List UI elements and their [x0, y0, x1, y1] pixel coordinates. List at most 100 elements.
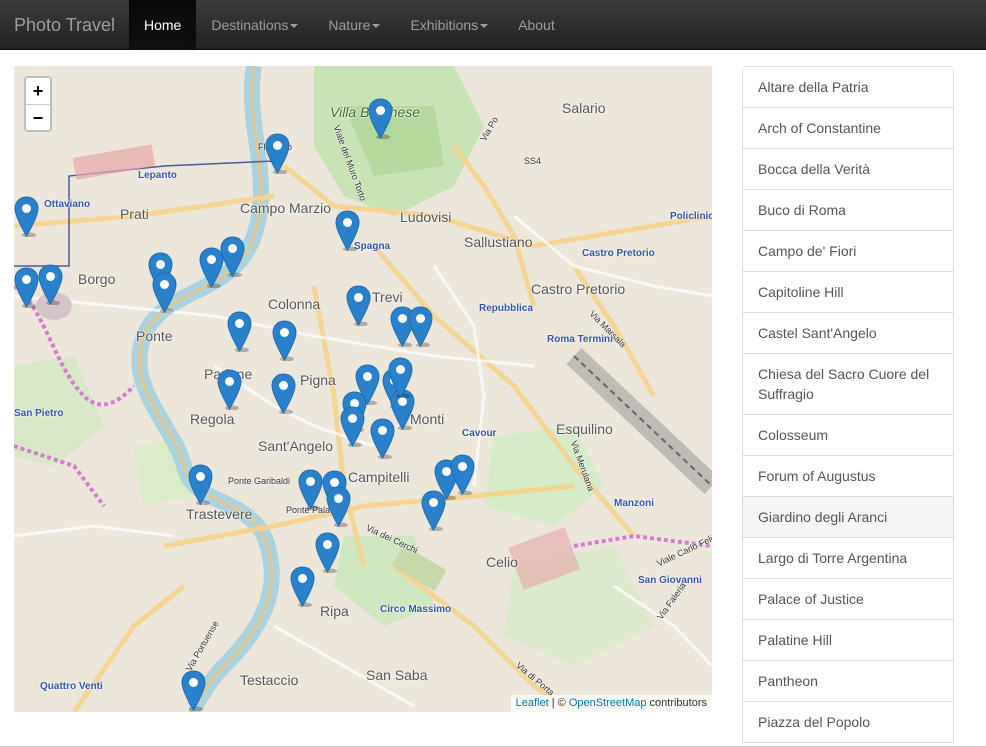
- place-list-item[interactable]: Forum of Augustus: [743, 456, 953, 497]
- map-label-prati: Prati: [120, 206, 149, 222]
- map-label-celio: Celio: [486, 554, 518, 570]
- map-label-ss4: SS4: [524, 156, 542, 166]
- place-list-item[interactable]: Largo di Torre Argentina: [743, 538, 953, 579]
- map-label-salario: Salario: [562, 100, 606, 116]
- nav-nature-label: Nature: [328, 17, 371, 33]
- map-pin-icon[interactable]: [421, 490, 446, 532]
- attribution-suffix: contributors: [646, 697, 707, 709]
- caret-down-icon: [372, 24, 381, 29]
- map-pin-icon[interactable]: [450, 454, 475, 496]
- place-list-item[interactable]: Bocca della Verità: [743, 149, 953, 190]
- map-pin-icon[interactable]: [335, 210, 360, 252]
- place-list-item[interactable]: Altare della Patria: [743, 67, 953, 108]
- map-label-borgo: Borgo: [78, 271, 116, 287]
- place-list-item[interactable]: Palatine Hill: [743, 620, 953, 661]
- place-list-item[interactable]: Pantheon: [743, 661, 953, 702]
- map-pin-icon[interactable]: [227, 311, 252, 353]
- nav-exhibitions-label: Exhibitions: [410, 17, 479, 33]
- place-list-item[interactable]: Capitoline Hill: [743, 272, 953, 313]
- caret-down-icon: [480, 24, 489, 29]
- map[interactable]: Villa Borghese Salario Flaminio Lepanto …: [14, 66, 712, 712]
- map-label-repubblica: Repubblica: [479, 303, 533, 314]
- places-list: Altare della Patria Arch of Constantine Bo…: [742, 66, 954, 743]
- map-pin-icon[interactable]: [217, 369, 242, 411]
- map-pin-icon[interactable]: [298, 469, 323, 511]
- map-label-colonna: Colonna: [268, 296, 321, 312]
- map-pin-icon[interactable]: [14, 196, 39, 238]
- map-pin-icon[interactable]: [265, 133, 290, 175]
- nav-home-label: Home: [144, 17, 182, 33]
- map-pin-icon[interactable]: [14, 267, 39, 309]
- zoom-in-button[interactable]: +: [26, 78, 50, 104]
- nav-destinations-label: Destinations: [211, 17, 289, 33]
- map-label-manzoni: Manzoni: [614, 498, 654, 509]
- nav-about-label: About: [518, 17, 555, 33]
- map-label-san-giovanni: San Giovanni: [638, 575, 702, 586]
- zoom-out-button[interactable]: −: [26, 104, 50, 130]
- place-list-item[interactable]: Palace of Justice: [743, 579, 953, 620]
- place-list-item[interactable]: Castel Sant'Angelo: [743, 313, 953, 354]
- nav-exhibitions[interactable]: Exhibitions: [395, 0, 503, 50]
- map-pin-icon[interactable]: [346, 285, 371, 327]
- map-label-san-pietro: San Pietro: [14, 408, 64, 419]
- map-pin-icon[interactable]: [315, 532, 340, 574]
- map-label-policlinico: Policlinico: [670, 211, 712, 222]
- map-label-campitelli: Campitelli: [348, 469, 410, 485]
- map-label-esquilino: Esquilino: [556, 421, 613, 437]
- map-pin-icon[interactable]: [340, 406, 365, 448]
- place-list-item[interactable]: Chiesa del Sacro Cuore del Suffragio: [743, 354, 953, 415]
- map-pin-icon[interactable]: [272, 320, 297, 362]
- map-label-ponte-garibaldi: Ponte Garibaldi: [228, 476, 291, 486]
- map-label-ludovisi: Ludovisi: [400, 209, 452, 225]
- place-list-item[interactable]: Buco di Roma: [743, 190, 953, 231]
- map-pin-icon[interactable]: [220, 236, 245, 278]
- map-pin-icon[interactable]: [271, 373, 296, 415]
- place-list-item[interactable]: Giardino degli Aranci: [743, 497, 953, 538]
- zoom-control: + −: [24, 76, 52, 132]
- map-label-ripa: Ripa: [320, 603, 349, 619]
- map-label-trevi: Trevi: [372, 289, 403, 305]
- map-label-circo-massimo: Circo Massimo: [380, 604, 452, 615]
- map-label-monti: Monti: [410, 411, 445, 427]
- place-list-item[interactable]: Piazza del Popolo: [743, 702, 953, 743]
- place-list-item[interactable]: Colosseum: [743, 415, 953, 456]
- place-list-item[interactable]: Campo de' Fiori: [743, 231, 953, 272]
- map-label-trastevere: Trastevere: [186, 506, 253, 522]
- navbar: Photo Travel Home Destinations Nature Ex…: [0, 0, 986, 50]
- map-label-pigna: Pigna: [300, 372, 336, 388]
- map-pin-icon[interactable]: [38, 264, 63, 306]
- map-pin-icon[interactable]: [290, 566, 315, 608]
- map-pin-icon[interactable]: [408, 306, 433, 348]
- map-label-testaccio: Testaccio: [240, 672, 299, 688]
- map-pin-icon[interactable]: [326, 486, 351, 528]
- map-label-ottaviano: Ottaviano: [44, 199, 91, 210]
- brand-link[interactable]: Photo Travel: [14, 0, 115, 50]
- nav-destinations[interactable]: Destinations: [196, 0, 313, 50]
- nav-about[interactable]: About: [503, 0, 570, 50]
- map-pin-icon[interactable]: [368, 98, 393, 140]
- map-label-castro-pretorio: Castro Pretorio: [531, 281, 626, 297]
- map-label-san-saba: San Saba: [366, 667, 428, 683]
- attribution-separator: | ©: [548, 697, 569, 709]
- map-label-quattro-venti: Quattro Venti: [40, 681, 103, 692]
- map-pin-icon[interactable]: [388, 357, 413, 399]
- map-pin-icon[interactable]: [370, 418, 395, 460]
- map-label-castro-pretorio-station: Castro Pretorio: [582, 248, 655, 259]
- map-label-lepanto: Lepanto: [138, 170, 177, 181]
- map-attribution: Leaflet | © OpenStreetMap contributors: [510, 695, 712, 712]
- map-pin-icon[interactable]: [152, 272, 177, 314]
- map-pin-icon[interactable]: [188, 464, 213, 506]
- map-label-cavour: Cavour: [462, 428, 497, 439]
- place-list-item[interactable]: Arch of Constantine: [743, 108, 953, 149]
- map-label-roma-termini: Roma Termini: [547, 334, 613, 345]
- nav-menu: Home Destinations Nature Exhibitions Abo…: [129, 0, 570, 50]
- nav-home[interactable]: Home: [129, 0, 197, 50]
- map-pin-icon[interactable]: [181, 670, 206, 712]
- map-label-sallustiano: Sallustiano: [464, 234, 533, 250]
- map-label-ponte: Ponte: [136, 328, 173, 344]
- leaflet-link[interactable]: Leaflet: [516, 697, 549, 709]
- osm-link[interactable]: OpenStreetMap: [569, 697, 647, 709]
- map-label-sant-angelo: Sant'Angelo: [258, 438, 334, 454]
- caret-down-icon: [290, 24, 299, 29]
- nav-nature[interactable]: Nature: [313, 0, 395, 50]
